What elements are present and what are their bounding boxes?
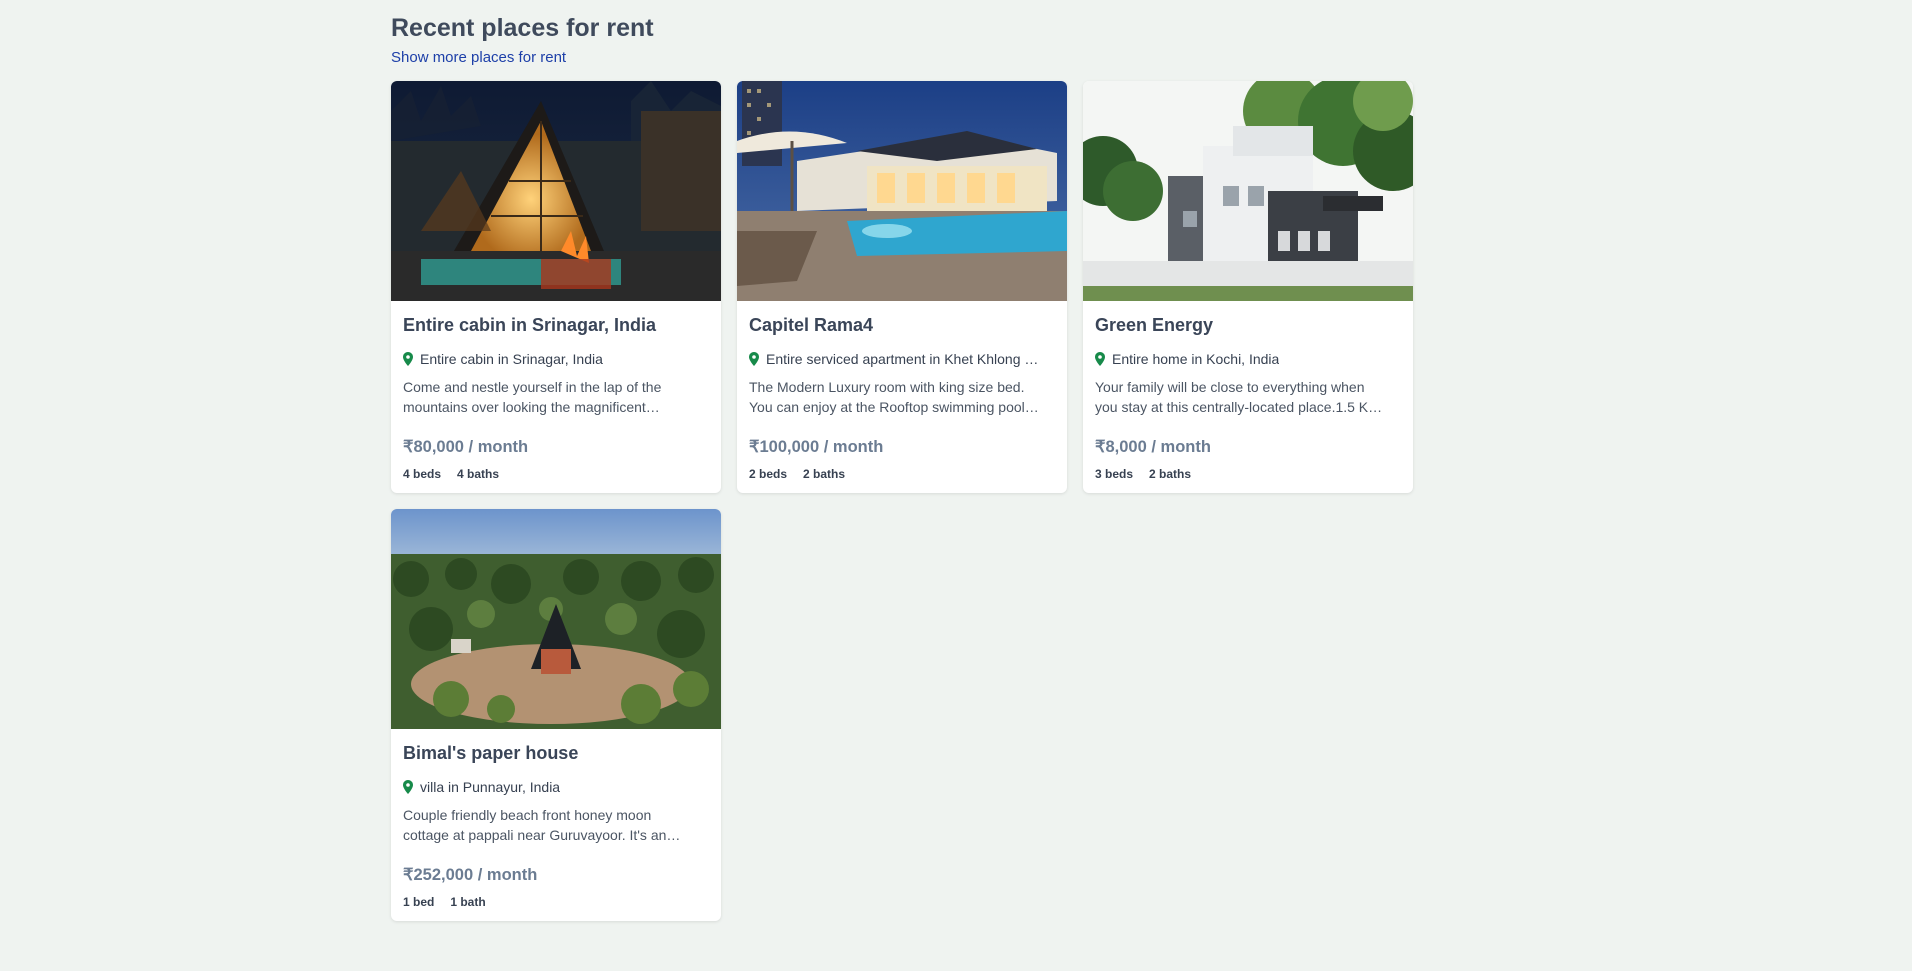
- listing-description: Come and nestle yourself in the lap of t…: [403, 379, 662, 415]
- listing-location: Entire serviced apartment in Khet Khlong…: [749, 351, 1055, 367]
- section-title: Recent places for rent: [391, 14, 654, 42]
- listing-price: ₹252,000 / month: [403, 866, 538, 884]
- listing-location: Entire cabin in Srinagar, India: [403, 351, 709, 367]
- listing-title[interactable]: Entire cabin in Srinagar, India: [403, 315, 656, 336]
- beds-count: 3 beds: [1095, 467, 1134, 481]
- listing-card[interactable]: Bimal's paper house villa in Punnayur, I…: [391, 509, 721, 921]
- map-pin-icon: [749, 352, 759, 366]
- listing-photo[interactable]: [1083, 81, 1413, 301]
- beds-count: 2 beds: [749, 467, 788, 481]
- map-pin-icon: [403, 780, 413, 794]
- listing-title[interactable]: Green Energy: [1095, 315, 1213, 336]
- listing-title[interactable]: Bimal's paper house: [403, 743, 578, 764]
- listing-description: The Modern Luxury room with king size be…: [749, 379, 1039, 415]
- baths-count: 4 baths: [457, 467, 500, 481]
- map-pin-icon: [403, 352, 413, 366]
- listing-specs: 4 beds 4 baths: [403, 467, 499, 481]
- listing-card[interactable]: Entire cabin in Srinagar, India Entire c…: [391, 81, 721, 493]
- listing-location: Entire home in Kochi, India: [1095, 351, 1401, 367]
- listing-price: ₹8,000 / month: [1095, 438, 1211, 456]
- modern-white-house-photo: [1083, 81, 1413, 301]
- listing-grid: Entire cabin in Srinagar, India Entire c…: [391, 81, 1413, 921]
- baths-count: 2 baths: [803, 467, 846, 481]
- beds-count: 1 bed: [403, 895, 435, 909]
- listing-photo[interactable]: [737, 81, 1067, 301]
- listing-location-text: villa in Punnayur, India: [420, 779, 561, 795]
- listing-location-text: Entire cabin in Srinagar, India: [420, 351, 603, 367]
- listing-location-text: Entire serviced apartment in Khet Khlong…: [766, 351, 1039, 367]
- aerial-palm-house-photo: [391, 509, 721, 729]
- map-pin-icon: [1095, 352, 1105, 366]
- listing-card[interactable]: Capitel Rama4 Entire serviced apartment …: [737, 81, 1067, 493]
- listing-title[interactable]: Capitel Rama4: [749, 315, 873, 336]
- listing-location: villa in Punnayur, India: [403, 779, 709, 795]
- a-frame-cabin-night-photo: [391, 81, 721, 301]
- listing-price: ₹80,000 / month: [403, 438, 529, 456]
- beds-count: 4 beds: [403, 467, 442, 481]
- villa-pool-dusk-photo: [737, 81, 1067, 301]
- listing-location-text: Entire home in Kochi, India: [1112, 351, 1280, 367]
- show-more-link[interactable]: Show more places for rent: [391, 49, 566, 66]
- baths-count: 1 bath: [450, 895, 486, 909]
- listing-specs: 1 bed 1 bath: [403, 895, 486, 909]
- listing-specs: 2 beds 2 baths: [749, 467, 845, 481]
- listing-description: Couple friendly beach front honey moon c…: [403, 807, 681, 843]
- listing-description: Your family will be close to everything …: [1095, 379, 1383, 415]
- listing-specs: 3 beds 2 baths: [1095, 467, 1191, 481]
- listing-card[interactable]: Green Energy Entire home in Kochi, India…: [1083, 81, 1413, 493]
- listing-price: ₹100,000 / month: [749, 438, 884, 456]
- listing-photo[interactable]: [391, 81, 721, 301]
- listing-photo[interactable]: [391, 509, 721, 729]
- baths-count: 2 baths: [1149, 467, 1192, 481]
